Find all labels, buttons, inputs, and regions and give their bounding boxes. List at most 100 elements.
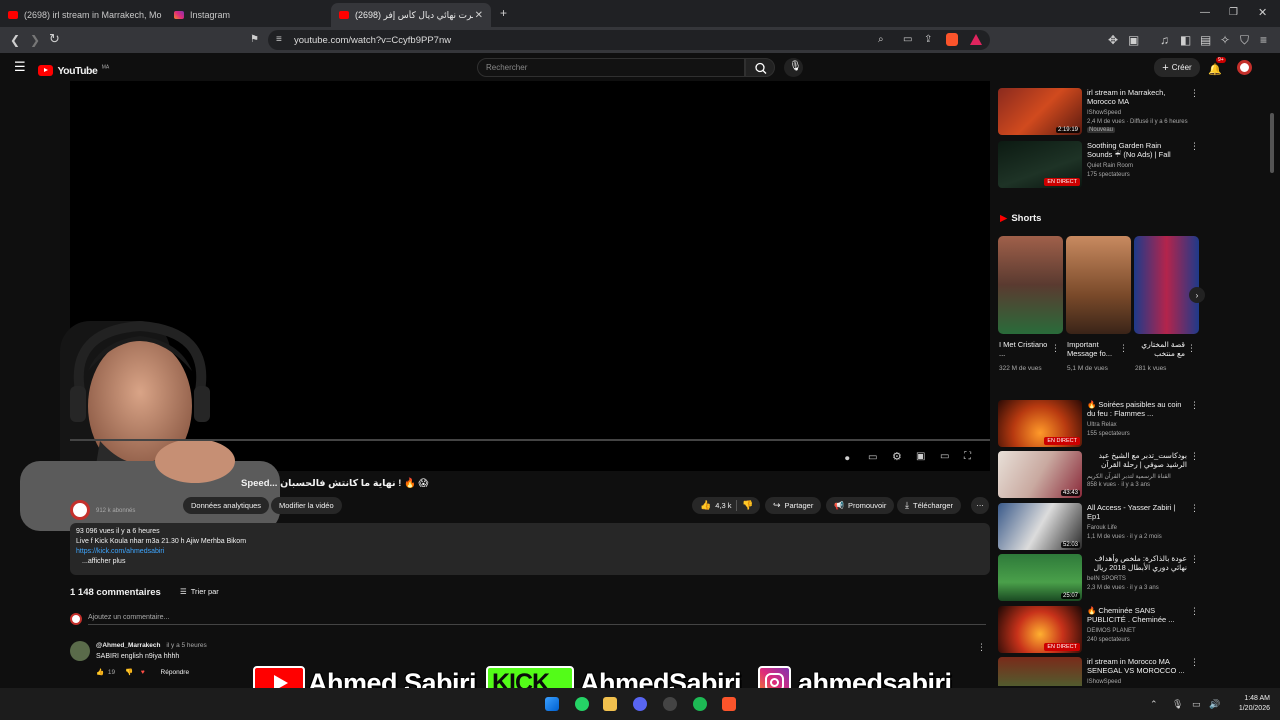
discord-icon[interactable] [633,697,647,711]
add-comment-input[interactable]: Ajoutez un commentaire... [88,614,986,625]
new-tab-icon[interactable]: + [500,7,507,19]
hamburger-menu-icon[interactable]: ☰ [14,60,26,73]
leo-icon[interactable]: ✧ [1220,34,1230,46]
thumbs-down-icon[interactable]: 👎 [742,500,753,511]
description-box[interactable]: 93 096 vues il y a 6 heures Live f Kick … [70,523,990,575]
theater-mode-icon[interactable]: ▭ [940,451,949,463]
sidebar-video[interactable]: EN DIRECT 🔥 Soirées paisibles au coin du… [998,400,1203,448]
more-vertical-icon[interactable]: ⋮ [1190,554,1199,565]
reader-icon[interactable]: ◧ [1180,34,1191,46]
rewards-icon[interactable] [970,34,982,45]
comment-like-icon[interactable]: 👍 [96,669,104,676]
channel-name[interactable]: Quiet Rain Room [1087,163,1133,169]
avatar[interactable] [1237,60,1252,75]
short-title[interactable]: I Met Cristiano ... [999,340,1049,358]
sidebar-video[interactable]: 25:07 عودة بالذاكرة: ملخص وأهداف نهائي د… [998,554,1203,602]
comment-dislike-icon[interactable]: 👎 [125,669,133,676]
show-more-link[interactable]: ...afficher plus [82,558,125,565]
settings-gear-icon[interactable]: ⚙ [892,451,902,463]
channel-name[interactable]: IShowSpeed [1087,110,1121,116]
forward-icon[interactable]: ❯ [30,34,40,46]
more-vertical-icon[interactable]: ⋮ [1190,400,1199,411]
voice-search-button[interactable]: 🎙 [784,58,803,77]
commenter-avatar[interactable] [70,641,90,661]
windows-start-icon[interactable] [545,697,559,711]
sidebar-icon[interactable]: ▣ [1128,34,1139,46]
address-bar[interactable]: ≡ youtube.com/watch?v=Ccyfb9PP7nw ⌕ ▭ ⇪ [268,30,990,50]
minimize-icon[interactable]: — [1200,7,1210,19]
more-vertical-icon[interactable]: ⋮ [1190,606,1199,617]
subtitles-icon[interactable]: ▭ [868,452,877,464]
kick-link[interactable]: https://kick.com/ahmedsabiri [76,548,164,555]
channel-name[interactable]: القناة الرسمية لتدبر القرآن الكريم [1087,473,1171,480]
chevron-up-icon[interactable]: ⌃ [1150,698,1158,710]
sort-button[interactable]: ☰ Trier par [180,587,219,596]
back-icon[interactable]: ❮ [10,34,20,46]
notifications-button[interactable]: 🔔 9+ [1208,57,1226,78]
promote-button[interactable]: 📢 Promouvoir [826,497,895,514]
network-icon[interactable]: ▭ [1192,698,1201,710]
search-input[interactable]: Rechercher [477,58,745,77]
search-button[interactable] [745,58,775,77]
wallet-icon[interactable]: ▤ [1200,34,1211,46]
sidebar-video[interactable]: 43:43 بودكاست_تدبر مع الشيخ عبد الرشيد ص… [998,451,1203,499]
more-vertical-icon[interactable]: ⋮ [1190,141,1199,152]
edit-video-button[interactable]: Modifier la vidéo [271,497,342,514]
obs-icon[interactable] [663,697,677,711]
more-vertical-icon[interactable]: ⋮ [1051,342,1060,354]
short-title[interactable]: Important Message fo... [1067,340,1117,358]
download-button[interactable]: ⤓ Télécharger [897,497,962,514]
channel-avatar[interactable] [70,500,90,520]
sidebar-video[interactable]: 52:03 All Access - Yasser Zabiri | Ep1 F… [998,503,1203,551]
like-count[interactable]: 4,3 k [715,501,731,510]
progress-bar[interactable] [70,439,990,441]
sidebar-video[interactable]: EN DIRECT Soothing Garden Rain Sounds ☔ … [998,141,1203,189]
autoplay-toggle-icon[interactable]: ⏺ [845,452,850,464]
short-thumbnail[interactable] [1066,236,1131,334]
more-vertical-icon[interactable]: ⋮ [1190,88,1199,99]
more-vertical-icon[interactable]: ⋮ [1187,342,1196,354]
share-icon[interactable]: ⇪ [924,34,932,46]
comment-author[interactable]: @Ahmed_Marrakech [96,642,161,649]
microphone-icon[interactable]: 🎙 [1172,698,1183,710]
miniplayer-icon[interactable]: ▣ [916,451,925,463]
extensions-icon[interactable]: ✥ [1108,34,1118,46]
menu-icon[interactable]: ≡ [1260,34,1267,46]
more-actions-button[interactable]: ⋯ [971,497,989,514]
maximize-icon[interactable]: ❐ [1229,7,1238,19]
shorts-next-button[interactable]: › [1189,287,1205,303]
analytics-button[interactable]: Données analytiques [183,497,270,514]
channel-name[interactable]: Ultra Relax [1087,422,1117,428]
spotify-icon[interactable] [693,697,707,711]
whatsapp-icon[interactable] [575,697,589,711]
close-window-icon[interactable]: ✕ [1258,7,1267,19]
vpn-icon[interactable]: ⛉ [1240,34,1249,46]
file-explorer-icon[interactable] [603,697,617,711]
channel-name[interactable]: IShowSpeed [1087,679,1121,685]
cast-icon[interactable]: ▭ [903,34,912,46]
short-title[interactable]: قصة المختاري مع منتخب الشرقي [1135,340,1185,359]
more-vertical-icon[interactable]: ⋮ [1190,657,1199,668]
tab-instagram[interactable]: Instagram [166,3,326,27]
music-icon[interactable]: ♫ [1160,34,1169,46]
brave-shield-icon[interactable] [946,33,958,46]
video-player[interactable]: ⏺ ▭ ⚙ ▣ ▭ ⛶ [20,81,990,531]
reply-button[interactable]: Répondre [161,669,190,676]
tab-current-video[interactable]: (2698) حضرت نهائي ديال كأس إفر... ✕ [331,3,491,27]
site-info-icon[interactable]: ≡ [276,34,282,46]
short-thumbnail[interactable] [998,236,1063,334]
zoom-icon[interactable]: ⌕ [878,34,884,46]
sidebar-video[interactable]: irl stream in Morocco MA SENEGAL VS MORO… [998,657,1203,686]
clock[interactable]: 1:48 AM 1/20/2026 [1222,694,1270,714]
fullscreen-icon[interactable]: ⛶ [964,451,971,463]
channel-name[interactable]: beIN SPORTS [1087,576,1126,582]
sidebar-video[interactable]: 2:19:19 irl stream in Marrakech, Morocco… [998,88,1203,136]
more-vertical-icon[interactable]: ⋮ [1190,451,1199,462]
thumbs-up-icon[interactable]: 👍 [700,500,711,511]
share-button[interactable]: ↪ Partager [765,497,822,514]
close-tab-icon[interactable]: ✕ [475,10,483,21]
scrollbar[interactable] [1270,113,1274,173]
comment-more-icon[interactable]: ⋮ [977,641,986,653]
brave-browser-icon[interactable] [722,697,736,711]
bookmark-icon[interactable]: ⚑ [250,34,259,46]
